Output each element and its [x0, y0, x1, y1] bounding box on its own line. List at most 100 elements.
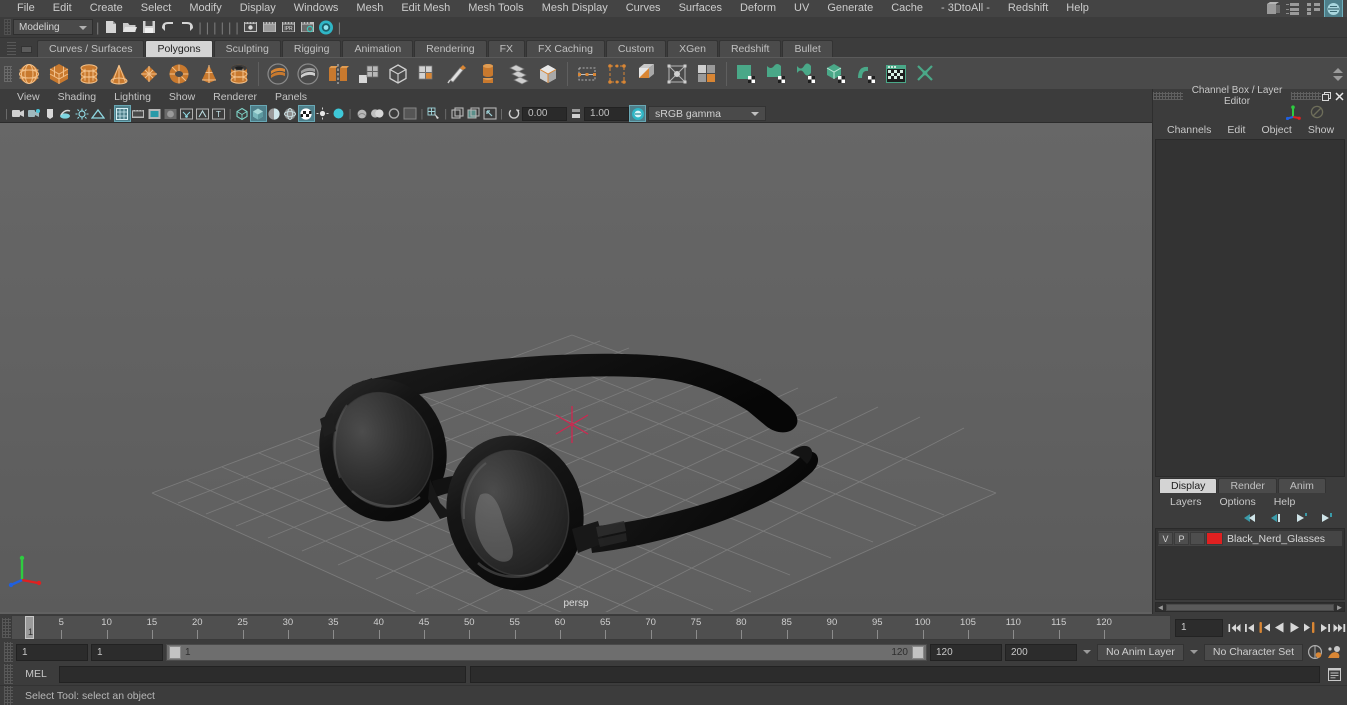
range-slider[interactable]: 1 120 — [166, 643, 927, 661]
save-scene-icon[interactable] — [140, 19, 157, 36]
layer-visibility-toggle[interactable]: V — [1158, 532, 1173, 545]
gate-mask-icon[interactable] — [163, 106, 178, 121]
sculpt-geometry-icon[interactable] — [533, 59, 563, 89]
channel-box-content[interactable] — [1155, 139, 1345, 477]
new-scene-icon[interactable] — [102, 19, 119, 36]
viewport-menu-panels[interactable]: Panels — [266, 89, 316, 105]
panel-drag-grip[interactable] — [1153, 92, 1183, 100]
menu-item-mesh-tools[interactable]: Mesh Tools — [459, 0, 532, 17]
poly-cone-icon[interactable] — [104, 59, 134, 89]
poly-plane-icon[interactable] — [134, 59, 164, 89]
undo-icon[interactable] — [159, 19, 176, 36]
boolean-union-icon[interactable] — [263, 59, 293, 89]
uv-planar-icon[interactable] — [731, 59, 761, 89]
panel-layout-icon[interactable] — [450, 106, 465, 121]
menu-item-help[interactable]: Help — [1057, 0, 1098, 17]
shelf-scroll-up-icon[interactable] — [1333, 67, 1343, 73]
time-slider[interactable]: 1 5 10 15 20 25 30 35 40 45 50 55 60 65 70 75 80 85 90 95 1… — [11, 615, 1171, 640]
image-plane-icon[interactable] — [43, 106, 58, 121]
range-slider-grip[interactable] — [4, 642, 13, 662]
exposure-field[interactable]: 0.00 — [522, 106, 568, 121]
film-gate-icon[interactable] — [131, 106, 146, 121]
close-icon[interactable] — [1334, 91, 1345, 102]
bookmark-camera-icon[interactable] — [27, 106, 42, 121]
command-line-grip[interactable] — [4, 664, 13, 684]
poly-cube-icon[interactable] — [44, 59, 74, 89]
play-backwards-icon[interactable] — [1272, 618, 1287, 638]
redo-icon[interactable] — [178, 19, 195, 36]
menu-item-mesh-display[interactable]: Mesh Display — [533, 0, 617, 17]
layer-tab-anim[interactable]: Anim — [1277, 478, 1326, 493]
go-to-end-icon[interactable] — [1332, 618, 1347, 638]
layer-list-scrollbar[interactable]: ◄ ► — [1155, 602, 1345, 612]
menu-item-display[interactable]: Display — [231, 0, 285, 17]
command-language-label[interactable]: MEL — [17, 668, 55, 680]
soft-select-icon[interactable] — [572, 59, 602, 89]
ipr-render-icon[interactable]: IPR — [280, 19, 297, 36]
viewport-menu-view[interactable]: View — [8, 89, 49, 105]
menu-item-uv[interactable]: UV — [785, 0, 818, 17]
menu-set-selector[interactable]: Modeling — [13, 19, 93, 35]
layer-row-black-nerd-glasses[interactable]: V P Black_Nerd_Glasses — [1158, 531, 1342, 546]
mirror-geometry-icon[interactable] — [323, 59, 353, 89]
menu-item-redshift[interactable]: Redshift — [999, 0, 1057, 17]
multi-cut-icon[interactable] — [443, 59, 473, 89]
command-input[interactable] — [59, 665, 466, 683]
layer-list[interactable]: V P Black_Nerd_Glasses — [1155, 528, 1345, 600]
channel-box-menu-channels[interactable]: Channels — [1159, 124, 1219, 136]
panel-drag-grip-right[interactable] — [1291, 92, 1321, 100]
layer-name-label[interactable]: Black_Nerd_Glasses — [1227, 533, 1325, 545]
uv-unfold-icon[interactable] — [851, 59, 881, 89]
shelf-tab-polygons[interactable]: Polygons — [145, 40, 213, 57]
range-start-handle[interactable] — [169, 645, 181, 659]
animation-end-field[interactable]: 200 — [1005, 643, 1077, 661]
menu-item-select[interactable]: Select — [132, 0, 181, 17]
animation-preferences-icon[interactable] — [1326, 644, 1343, 661]
play-forwards-icon[interactable] — [1287, 618, 1302, 638]
shelf-tab-curves-surfaces[interactable]: Curves / Surfaces — [37, 40, 145, 57]
sidebar-toggle-icon[interactable] — [1265, 0, 1282, 17]
layer-menu-options[interactable]: Options — [1211, 496, 1265, 508]
menu-item-3dtoall[interactable]: - 3DtoAll - — [932, 0, 999, 17]
step-forward-keyframe-icon[interactable] — [1317, 618, 1332, 638]
menu-item-create[interactable]: Create — [81, 0, 132, 17]
target-weld-icon[interactable] — [662, 59, 692, 89]
time-slider-grip[interactable] — [2, 617, 11, 638]
render-sequence-icon[interactable] — [261, 19, 278, 36]
scroll-left-icon[interactable]: ◄ — [1156, 603, 1165, 612]
lights-icon[interactable] — [315, 106, 330, 121]
step-back-frame-icon[interactable] — [1257, 618, 1272, 638]
playback-start-field[interactable]: 1 — [91, 643, 163, 661]
command-output[interactable] — [470, 665, 1320, 683]
duplicate-face-icon[interactable] — [503, 59, 533, 89]
xray-joints-icon[interactable] — [195, 106, 210, 121]
playback-end-field[interactable]: 120 — [930, 643, 1002, 661]
shelf-handle[interactable] — [2, 59, 14, 89]
menu-item-windows[interactable]: Windows — [285, 0, 348, 17]
select-camera-icon[interactable] — [11, 106, 26, 121]
script-editor-icon[interactable] — [1324, 665, 1344, 683]
channel-box-icon[interactable] — [1324, 0, 1343, 18]
smooth-icon[interactable] — [353, 59, 383, 89]
step-forward-frame-icon[interactable] — [1302, 618, 1317, 638]
scroll-thumb[interactable] — [1166, 603, 1334, 611]
shaded-wireframe-icon[interactable] — [283, 106, 298, 121]
layer-menu-layers[interactable]: Layers — [1161, 496, 1211, 508]
motion-blur-icon[interactable] — [354, 106, 369, 121]
animation-start-field[interactable]: 1 — [16, 643, 88, 661]
shelf-tab-fx-caching[interactable]: FX Caching — [526, 40, 605, 57]
shelf-tab-rigging[interactable]: Rigging — [281, 40, 342, 57]
shadows-icon[interactable] — [75, 106, 90, 121]
extrude-icon[interactable] — [413, 59, 443, 89]
shelf-menu-button[interactable] — [21, 46, 32, 53]
anim-layer-chevron-icon[interactable] — [1083, 650, 1091, 654]
bevel-icon[interactable] — [473, 59, 503, 89]
open-scene-icon[interactable] — [121, 19, 138, 36]
go-to-start-icon[interactable] — [1227, 618, 1242, 638]
render-view-icon[interactable] — [242, 19, 259, 36]
boolean-difference-icon[interactable] — [293, 59, 323, 89]
move-layer-up-fast-icon[interactable] — [1240, 510, 1257, 527]
combine-icon[interactable] — [383, 59, 413, 89]
exposure-icon[interactable] — [506, 106, 521, 121]
multisample-icon[interactable] — [370, 106, 385, 121]
